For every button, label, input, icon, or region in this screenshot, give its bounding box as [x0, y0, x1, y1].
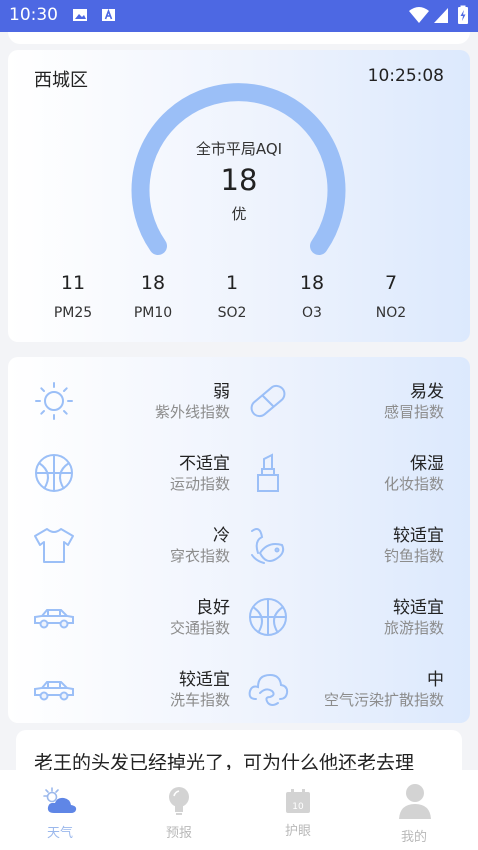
index-value: 良好 [196, 598, 230, 618]
bulb-icon [166, 786, 192, 820]
pollutant-name: O3 [302, 305, 322, 321]
index-name: 感冒指数 [383, 403, 444, 421]
tshirt-icon [32, 523, 76, 567]
pollutant-value: 18 [299, 272, 325, 294]
keyboard-a-icon [101, 7, 116, 27]
image-icon [72, 7, 88, 27]
previous-card-edge [8, 32, 470, 44]
calendar-icon: 10 [285, 788, 311, 818]
car-icon [32, 667, 76, 711]
tab-label: 天气 [46, 826, 73, 841]
status-time: 10:30 [9, 5, 58, 25]
basketball-icon [32, 451, 76, 495]
sun-icon [32, 379, 76, 423]
fish-icon [246, 523, 290, 567]
index-name: 旅游指数 [383, 619, 444, 637]
index-cold[interactable]: 易发 感冒指数 [226, 369, 444, 429]
ball-icon [246, 595, 290, 639]
index-makeup[interactable]: 保湿 化妆指数 [226, 441, 444, 501]
index-value: 易发 [410, 382, 444, 402]
pollutant-value: 7 [384, 272, 398, 294]
tab-forecast[interactable]: 预报 [139, 770, 219, 850]
index-value: 保湿 [410, 454, 444, 474]
index-value: 较适宜 [393, 526, 444, 546]
lipstick-icon [246, 451, 290, 495]
life-index-card: 弱 紫外线指数 易发 感冒指数 不适宜 运动指数 保湿 化妆指数 冷 穿衣指数 … [8, 357, 470, 723]
pollutant-value: 11 [60, 272, 86, 294]
index-name: 交通指数 [169, 619, 230, 637]
index-carwash[interactable]: 较适宜 洗车指数 [12, 657, 230, 717]
index-value: 较适宜 [393, 598, 444, 618]
tab-mine[interactable]: 我的 [374, 770, 454, 850]
tab-eye-care[interactable]: 10 护眼 [258, 770, 338, 850]
user-icon [398, 782, 432, 824]
index-value: 不适宜 [179, 454, 230, 474]
aqi-level: 优 [231, 205, 247, 223]
index-air-diffusion[interactable]: 中 空气污染扩散指数 [226, 657, 444, 717]
weather-icon [42, 786, 78, 820]
index-name: 运动指数 [169, 475, 230, 493]
pollutant-value: 18 [140, 272, 166, 294]
index-value: 较适宜 [179, 670, 230, 690]
index-name: 穿衣指数 [169, 547, 230, 565]
index-traffic[interactable]: 良好 交通指数 [12, 585, 230, 645]
tab-label: 我的 [400, 830, 427, 845]
tab-label: 护眼 [284, 824, 311, 839]
tab-label: 预报 [165, 826, 192, 841]
index-travel[interactable]: 较适宜 旅游指数 [226, 585, 444, 645]
index-uv[interactable]: 弱 紫外线指数 [12, 369, 230, 429]
wifi-icon [408, 6, 430, 28]
index-name: 紫外线指数 [154, 403, 230, 421]
svg-text:10: 10 [292, 802, 304, 812]
tab-weather[interactable]: 天气 [20, 770, 100, 850]
pollutant-name: PM25 [53, 305, 93, 321]
index-dressing[interactable]: 冷 穿衣指数 [12, 513, 230, 573]
index-name: 洗车指数 [169, 691, 230, 709]
pill-icon [246, 379, 290, 423]
car-icon [32, 595, 76, 639]
bottom-tab-bar: 天气 预报 10 护眼 我的 [0, 770, 478, 850]
index-name: 空气污染扩散指数 [323, 691, 444, 709]
index-name: 化妆指数 [383, 475, 444, 493]
aqi-card: 西城区 10:25:08 全市平局AQI 18 优 11 PM25 18 PM1… [8, 50, 470, 342]
status-bar: 10:30 [0, 0, 478, 32]
battery-charging-icon [457, 5, 469, 29]
index-fishing[interactable]: 较适宜 钓鱼指数 [226, 513, 444, 573]
index-value: 中 [427, 670, 444, 690]
pollutant-name: PM10 [133, 305, 173, 321]
signal-icon [433, 6, 449, 28]
aqi-title: 全市平局AQI [195, 140, 283, 158]
index-sport[interactable]: 不适宜 运动指数 [12, 441, 230, 501]
wind-cloud-icon [246, 667, 290, 711]
index-name: 钓鱼指数 [383, 547, 444, 565]
pollutant-name: NO2 [375, 305, 407, 321]
aqi-value: 18 [220, 163, 258, 197]
pollutant-value: 1 [225, 272, 239, 294]
pollutant-name: SO2 [217, 305, 247, 321]
